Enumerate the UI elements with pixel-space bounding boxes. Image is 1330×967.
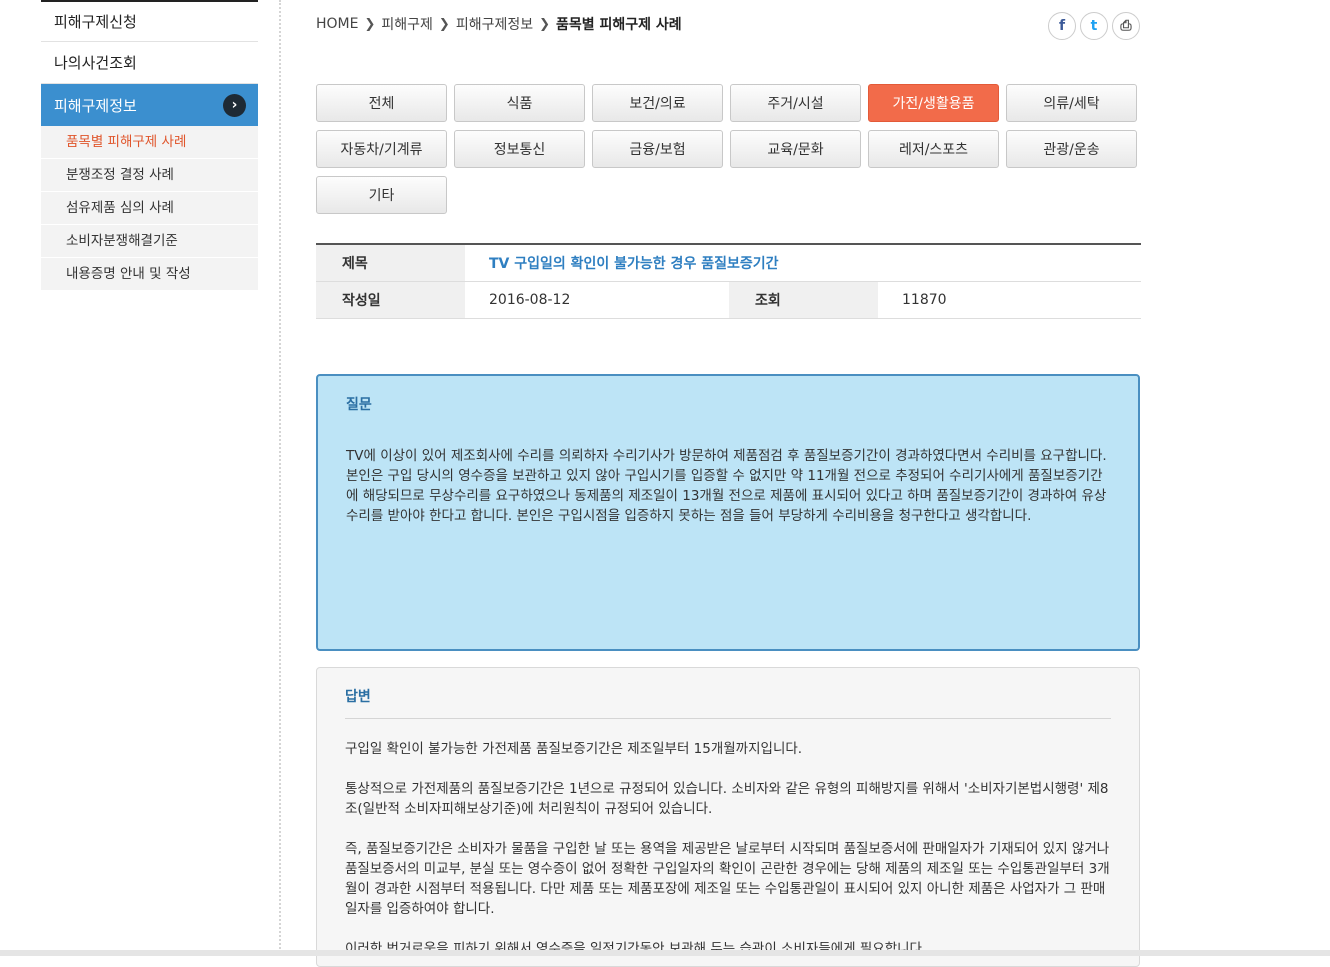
question-text: TV에 이상이 있어 제조회사에 수리를 의뢰하자 수리기사가 방문하여 제품점… xyxy=(346,448,1107,524)
category-button-education[interactable]: 교육/문화 xyxy=(730,130,861,168)
breadcrumb-item[interactable]: 피해구제 xyxy=(381,14,433,34)
article-views: 11870 xyxy=(902,292,947,308)
sidebar-item-label: 피해구제신청 xyxy=(54,13,137,31)
horizontal-scrollbar[interactable] xyxy=(0,950,1330,956)
facebook-icon[interactable]: f xyxy=(1048,12,1076,40)
article-info-table: 제목 TV 구입일의 확인이 불가능한 경우 품질보증기간 작성일 2016-0… xyxy=(316,243,1141,319)
info-row-meta: 작성일 2016-08-12 조회 11870 xyxy=(316,282,1141,319)
category-button-vehicles[interactable]: 자동차/기계류 xyxy=(316,130,447,168)
chevron-right-icon: ❯ xyxy=(438,16,450,32)
chevron-right-icon: › xyxy=(223,93,246,117)
article-title: TV 구입일의 확인이 불가능한 경우 품질보증기간 xyxy=(489,256,779,272)
sub-item-textile-review[interactable]: 섬유제품 심의 사례 xyxy=(41,192,258,225)
sidebar-item-my-case[interactable]: 나의사건조회 xyxy=(41,42,258,84)
category-button-finance[interactable]: 금융/보험 xyxy=(592,130,723,168)
category-button-appliances[interactable]: 가전/생활용품 xyxy=(868,84,999,122)
chevron-right-icon: ❯ xyxy=(539,16,551,32)
sidebar-item-relief-info[interactable]: 피해구제정보 › xyxy=(41,84,258,126)
question-box: 질문 TV에 이상이 있어 제조회사에 수리를 의뢰하자 수리기사가 방문하여 … xyxy=(316,374,1140,651)
breadcrumb-current: 품목별 피해구제 사례 xyxy=(556,17,682,33)
category-button-housing[interactable]: 주거/시설 xyxy=(730,84,861,122)
question-heading: 질문 xyxy=(346,397,372,413)
chevron-right-icon: ❯ xyxy=(364,16,376,32)
sub-item-dispute-decisions[interactable]: 분쟁조정 결정 사례 xyxy=(41,159,258,192)
views-label: 조회 xyxy=(729,282,878,318)
category-button-clothing[interactable]: 의류/세탁 xyxy=(1006,84,1137,122)
print-icon[interactable]: ⎙ xyxy=(1112,12,1140,40)
sidebar-item-damage-relief-apply[interactable]: 피해구제신청 xyxy=(41,0,258,42)
category-buttons: 전체 식품 보건/의료 주거/시설 가전/생활용품 의류/세탁 자동차/기계류 … xyxy=(316,84,1144,214)
dotted-divider xyxy=(279,0,281,956)
article-date: 2016-08-12 xyxy=(489,292,571,308)
sub-item-case-by-product[interactable]: 품목별 피해구제 사례 xyxy=(41,126,258,159)
sidebar-sub-menu: 품목별 피해구제 사례 분쟁조정 결정 사례 섬유제품 심의 사례 소비자분쟁해… xyxy=(41,126,258,291)
category-button-health[interactable]: 보건/의료 xyxy=(592,84,723,122)
answer-paragraph: 통상적으로 가전제품의 품질보증기간은 1년으로 규정되어 있습니다. 소비자와… xyxy=(345,781,1109,817)
answer-paragraph: 구입일 확인이 불가능한 가전제품 품질보증기간은 제조일부터 15개월까지입니… xyxy=(345,741,803,757)
breadcrumb-home[interactable]: HOME xyxy=(316,16,358,32)
category-button-leisure[interactable]: 레저/스포츠 xyxy=(868,130,999,168)
sub-item-certified-mail[interactable]: 내용증명 안내 및 작성 xyxy=(41,258,258,291)
answer-box: 답변 구입일 확인이 불가능한 가전제품 품질보증기간은 제조일부터 15개월까… xyxy=(316,667,1140,967)
sub-item-dispute-standards[interactable]: 소비자분쟁해결기준 xyxy=(41,225,258,258)
category-button-food[interactable]: 식품 xyxy=(454,84,585,122)
answer-paragraph: 즉, 품질보증기간은 소비자가 물품을 구입한 날 또는 용역을 제공받은 날로… xyxy=(345,841,1110,917)
answer-paragraph: 이러한 번거로움을 피하기 위해서 영수증을 일정기간동안 보관해 두는 습관이… xyxy=(345,941,927,957)
twitter-icon[interactable]: t xyxy=(1080,12,1108,40)
category-button-travel[interactable]: 관광/운송 xyxy=(1006,130,1137,168)
answer-heading: 답변 xyxy=(345,686,1111,719)
sidebar-item-label: 나의사건조회 xyxy=(54,54,137,72)
category-button-telecom[interactable]: 정보통신 xyxy=(454,130,585,168)
breadcrumb: HOME ❯ 피해구제 ❯ 피해구제정보 ❯ 품목별 피해구제 사례 xyxy=(316,14,682,34)
sidebar-item-label: 피해구제정보 xyxy=(54,96,137,115)
category-button-etc[interactable]: 기타 xyxy=(316,176,447,214)
sidebar: 피해구제신청 나의사건조회 피해구제정보 › 품목별 피해구제 사례 분쟁조정 … xyxy=(41,0,258,291)
share-buttons: f t ⎙ xyxy=(1048,12,1140,40)
category-button-all[interactable]: 전체 xyxy=(316,84,447,122)
date-label: 작성일 xyxy=(316,282,465,318)
breadcrumb-item[interactable]: 피해구제정보 xyxy=(456,14,533,34)
info-row-title: 제목 TV 구입일의 확인이 불가능한 경우 품질보증기간 xyxy=(316,245,1141,282)
title-label: 제목 xyxy=(316,245,465,281)
